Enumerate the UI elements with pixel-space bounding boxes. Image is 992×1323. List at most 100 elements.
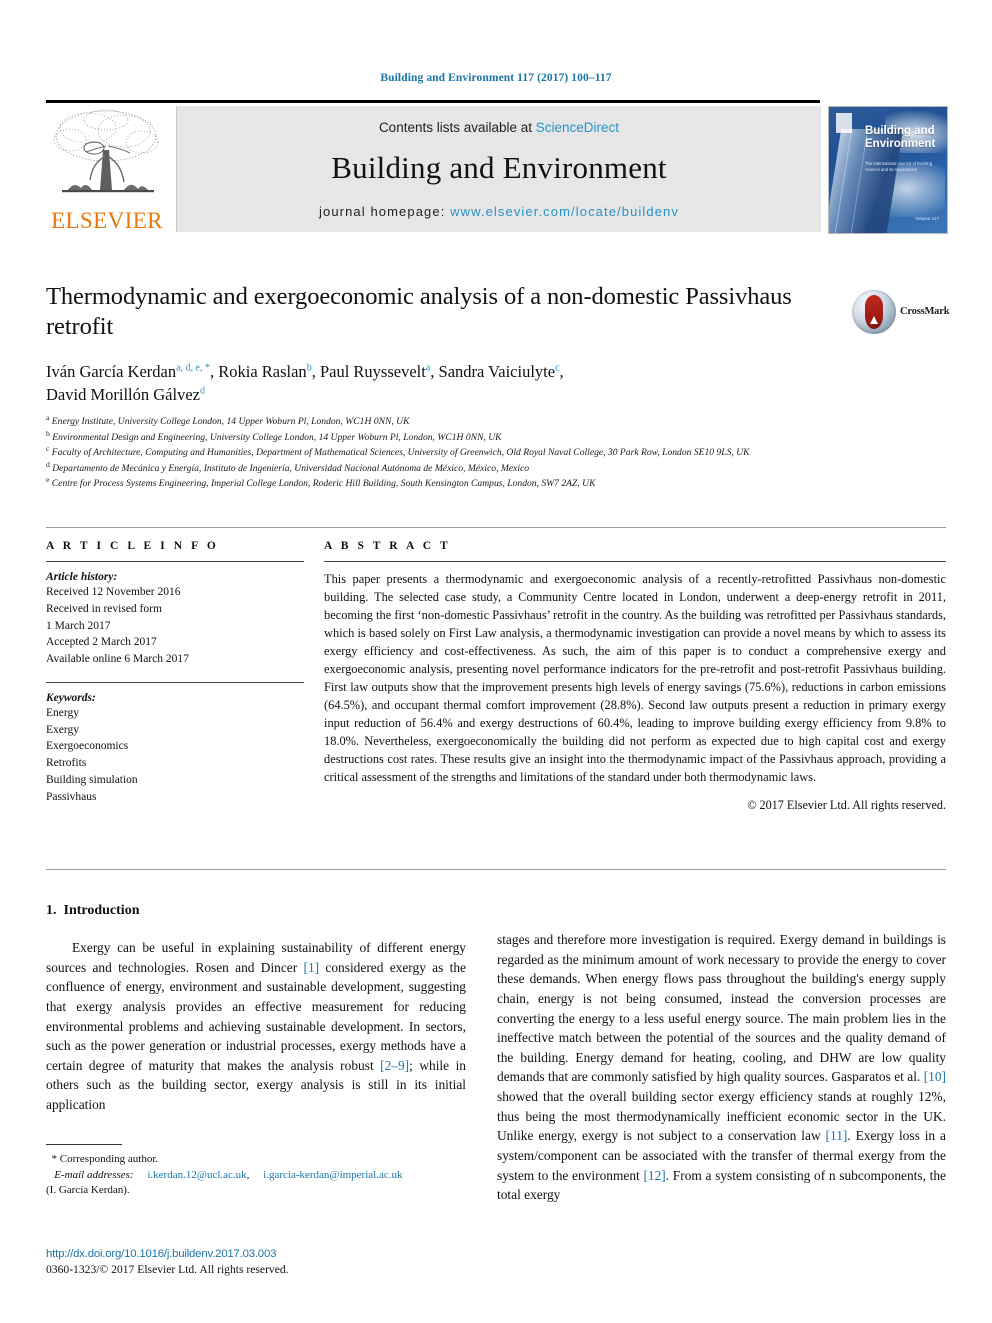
masthead-top-rule (46, 100, 820, 103)
author-affiliation-marks: a (425, 362, 431, 374)
email-label: E-mail addresses: (54, 1168, 134, 1181)
author-name: Paul Ruyssevelt (319, 361, 426, 381)
affiliation-text: Departamento de Mecánica y Energía, Inst… (52, 462, 530, 474)
affiliation-item: a Energy Institute, University College L… (46, 414, 936, 430)
author-name: Iván García Kerdan (46, 361, 177, 381)
citation-ref[interactable]: [11] (826, 1128, 848, 1143)
contents-prefix: Contents lists available at (378, 120, 536, 135)
affiliation-mark: b (46, 428, 50, 438)
section-title: Introduction (63, 903, 140, 918)
paper-title: Thermodynamic and exergoeconomic analysi… (46, 283, 792, 341)
issn-copyright-line: 0360-1323/© 2017 Elsevier Ltd. All right… (46, 1263, 289, 1276)
keyword-item: Retrofits (46, 757, 87, 770)
crossmark-icon (852, 290, 896, 334)
citation-ref[interactable]: [10] (924, 1069, 946, 1084)
email-link-secondary[interactable]: i.garcia-kerdan@imperial.ac.uk (263, 1169, 402, 1181)
para-text: stages and therefore more investigation … (497, 932, 946, 1085)
article-history-item: Accepted 2 March 2017 (46, 636, 157, 649)
affiliation-text: Centre for Process Systems Engineering, … (51, 478, 596, 490)
affiliation-text: Energy Institute, University College Lon… (51, 416, 410, 427)
section-heading-introduction: 1. Introduction (46, 903, 466, 919)
cover-subtitle: The International Journal of Building Sc… (865, 161, 933, 173)
keywords-label: Keywords: (46, 691, 96, 704)
author-name: Rokia Raslan (218, 361, 307, 381)
affiliation-mark: c (46, 443, 50, 453)
article-history-item: Available online 6 March 2017 (46, 653, 189, 666)
citation-ref[interactable]: [1] (304, 960, 320, 975)
body-column-left: 1. Introduction Exergy can be useful in e… (46, 903, 466, 1115)
abstract-heading: A B S T R A C T (324, 540, 451, 552)
author-affiliation-marks: b (306, 362, 312, 374)
author-list: Iván García Kerdana, d, e, *, Rokia Rasl… (46, 361, 564, 405)
section-number: 1. (46, 903, 57, 918)
affiliation-mark: e (46, 474, 50, 484)
elsevier-tree-icon (53, 109, 159, 193)
article-info-column: A R T I C L E I N F O Article history: R… (46, 540, 304, 806)
keyword-item: Building simulation (46, 774, 138, 787)
doi-block: http://dx.doi.org/10.1016/j.buildenv.201… (46, 1248, 476, 1276)
author-affiliation-marks: c (555, 362, 560, 374)
email-owner-line: (I. García Kerdan). (46, 1184, 130, 1197)
paper-page: Building and Environment 117 (2017) 100–… (0, 0, 992, 1323)
keyword-item: Energy (46, 706, 80, 719)
cover-elsevier-badge-icon (836, 113, 852, 133)
homepage-prefix: journal homepage: (319, 204, 451, 219)
article-info-rule (46, 561, 304, 562)
journal-masthead: ELSEVIER Contents lists available at Sci… (46, 100, 948, 234)
keyword-item: Exergy (46, 723, 80, 736)
intro-paragraph-left: Exergy can be useful in explaining susta… (46, 938, 466, 1115)
para-text: considered exergy as the confluence of e… (46, 959, 466, 1073)
journal-title: Building and Environment (331, 150, 667, 185)
doi-link[interactable]: http://dx.doi.org/10.1016/j.buildenv.201… (46, 1248, 476, 1260)
abstract-rule (324, 561, 946, 562)
affiliation-item: b Environmental Design and Engineering, … (46, 428, 936, 446)
footnote-block: * Corresponding author. E-mail addresses… (46, 1144, 466, 1199)
author-affiliation-marks: a, d, e, * (176, 362, 210, 374)
affiliation-mark: d (46, 459, 50, 469)
abstract-copyright: © 2017 Elsevier Ltd. All rights reserved… (747, 797, 946, 812)
article-history-item: 1 March 2017 (46, 619, 111, 632)
article-history-label: Article history: (46, 571, 118, 583)
affiliation-list: a Energy Institute, University College L… (46, 414, 936, 492)
corresponding-author-label: Corresponding author. (59, 1153, 159, 1165)
author-affiliation-marks: d (199, 385, 205, 397)
corresponding-star: * (51, 1153, 58, 1165)
corresponding-author-line: * Corresponding author. (46, 1152, 466, 1168)
body-column-right: stages and therefore more investigation … (497, 930, 946, 1205)
email-separator: , (246, 1168, 250, 1181)
journal-homepage-link[interactable]: www.elsevier.com/locate/buildenv (450, 204, 679, 219)
divider-below-abstract (46, 869, 946, 870)
title-block: Thermodynamic and exergoeconomic analysi… (46, 282, 836, 407)
affiliation-text: Faculty of Architecture, Computing and H… (51, 447, 750, 459)
author-name: Sandra Vaiciulyte (438, 361, 556, 381)
article-history-item: Received in revised form (46, 602, 162, 615)
cover-title: Building and Environment (865, 125, 936, 151)
email-link-primary[interactable]: i.kerdan.12@ucl.ac.uk (147, 1169, 246, 1181)
masthead-grey-panel: Contents lists available at ScienceDirec… (176, 106, 821, 232)
elsevier-wordmark: ELSEVIER (51, 208, 163, 233)
abstract-text: This paper presents a thermodynamic and … (324, 572, 946, 784)
email-addresses-line: E-mail addresses: i.kerdan.12@ucl.ac.uk,… (46, 1168, 466, 1184)
affiliation-item: e Centre for Process Systems Engineering… (46, 476, 936, 492)
cover-volume-label: Volume 117 (915, 216, 939, 221)
keyword-item: Passivhaus (46, 790, 97, 803)
sciencedirect-link[interactable]: ScienceDirect (536, 120, 619, 135)
journal-homepage-line: journal homepage: www.elsevier.com/locat… (177, 204, 821, 219)
keywords-rule (46, 681, 304, 683)
citation-ref[interactable]: [12] (643, 1168, 665, 1183)
divider-above-abstract (46, 527, 946, 528)
affiliation-mark: a (46, 412, 50, 422)
intro-paragraph-right: stages and therefore more investigation … (497, 930, 946, 1205)
contents-available-line: Contents lists available at ScienceDirec… (177, 120, 821, 135)
affiliation-item: c Faculty of Architecture, Computing and… (46, 445, 936, 461)
affiliation-text: Environmental Design and Engineering, Un… (52, 431, 502, 443)
crossmark-arrow-icon (870, 316, 878, 324)
crossmark-badge-group[interactable]: CrossMark (852, 290, 950, 336)
affiliation-item: d Departamento de Mecánica y Energía, In… (46, 459, 936, 477)
journal-cover-thumbnail: Building and Environment The Internation… (828, 106, 948, 234)
crossmark-label: CrossMark (900, 306, 950, 317)
citation-ref[interactable]: [2–9] (380, 1058, 409, 1073)
keyword-item: Exergoeconomics (46, 740, 129, 753)
elsevier-logo: ELSEVIER (46, 106, 168, 232)
